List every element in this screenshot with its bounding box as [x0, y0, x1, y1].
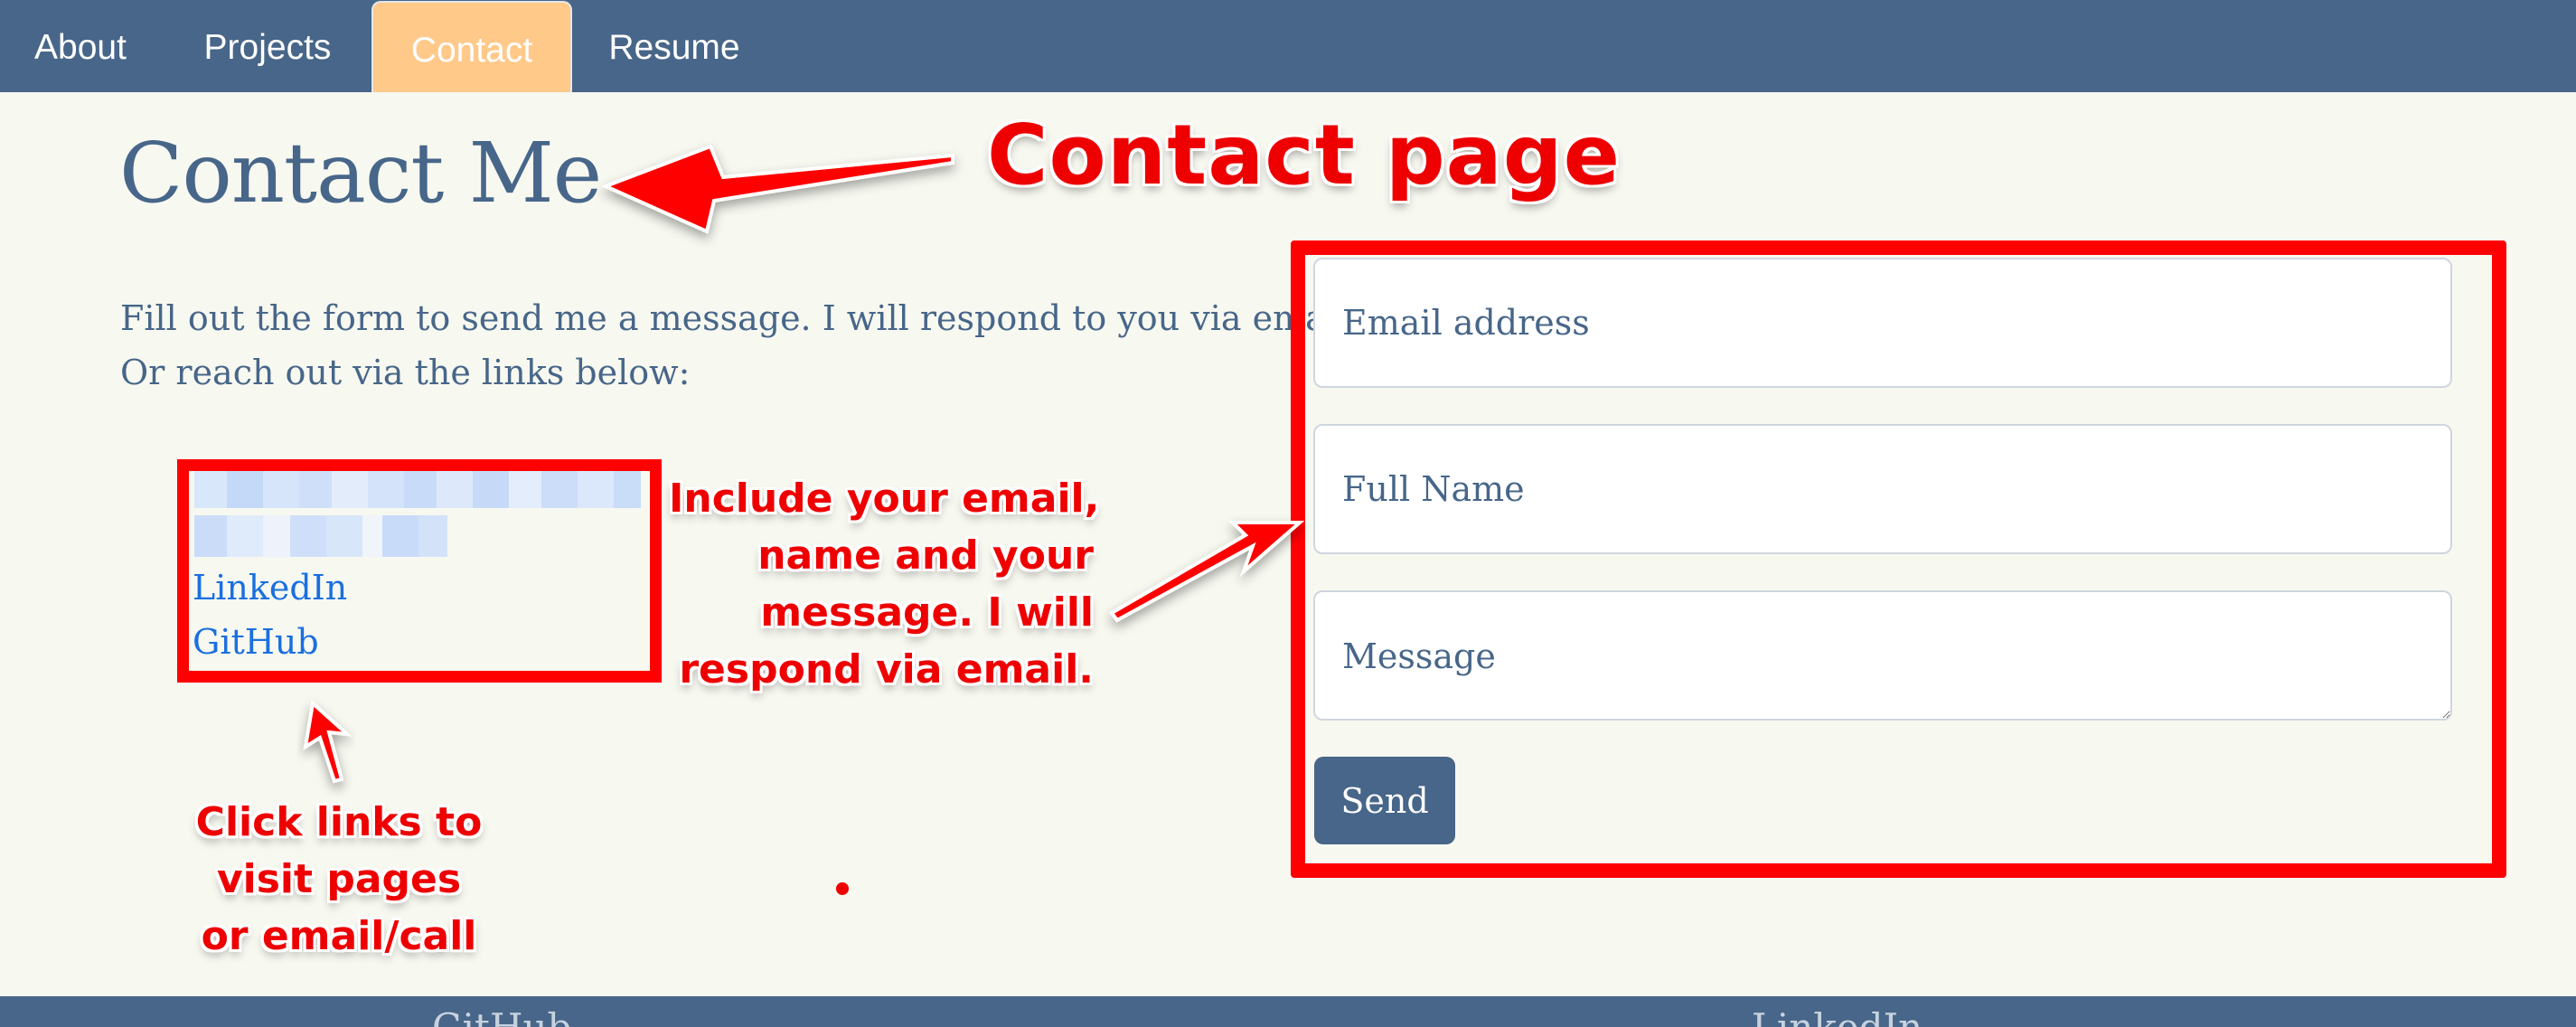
annotation-form-line-3: message. I will — [760, 589, 1094, 636]
links-arrow-icon — [303, 700, 353, 784]
title-arrow-icon — [600, 144, 954, 234]
annotation-form-line-2: name and your — [757, 532, 1094, 579]
contact-page: About Projects Contact Resume Contact Me… — [0, 0, 2576, 1027]
annotation-form-line-1: Include your email, — [669, 476, 1100, 522]
annotation-links-line-3: or email/call — [201, 913, 477, 959]
footer-github-link[interactable]: GitHub — [432, 1005, 571, 1027]
annotation-form-line-4: respond via email. — [679, 646, 1094, 693]
annotation-form-note: Include your email, name and your messag… — [669, 470, 1100, 698]
annotation-links-note: Click links to visit pages or email/call — [181, 794, 497, 965]
footer-linkedin-link[interactable]: LinkedIn — [1752, 1005, 1923, 1027]
annotation-contact-page: Contact page — [987, 107, 1622, 203]
footer: GitHub LinkedIn — [0, 996, 2576, 1027]
annotation-dot — [836, 882, 849, 895]
annotation-links-line-1: Click links to — [195, 799, 483, 845]
form-arrow-icon — [1109, 521, 1305, 623]
annotation-links-line-2: visit pages — [216, 856, 462, 902]
